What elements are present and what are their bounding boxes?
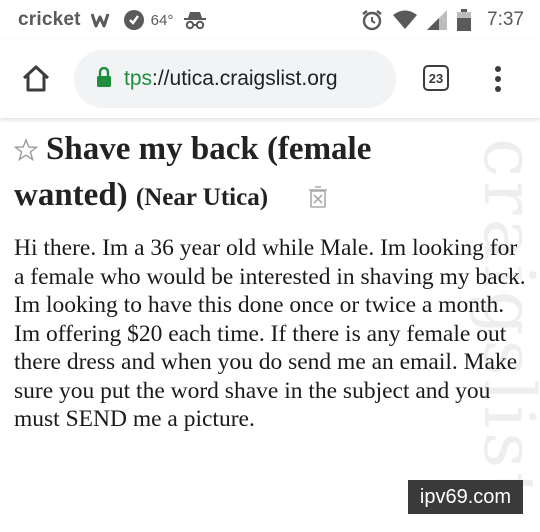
source-watermark-badge: ipv69.com xyxy=(408,480,523,514)
status-left: cricket 64° xyxy=(18,9,207,31)
status-bar: cricket 64° + 7:37 xyxy=(0,0,540,40)
home-icon xyxy=(22,65,50,92)
data-saver-icon xyxy=(123,9,145,31)
battery-icon xyxy=(457,9,472,31)
temperature-readout: 64° xyxy=(150,11,174,29)
clock-time: 7:37 xyxy=(487,9,524,30)
url-host: ://utica.craigslist.org xyxy=(152,67,338,90)
overflow-menu-button[interactable] xyxy=(490,64,506,94)
url-text: tps://utica.craigslist.org xyxy=(124,67,338,91)
tab-count: 23 xyxy=(428,70,444,86)
post-body: Hi there. Im a 36 year old while Male. I… xyxy=(14,235,526,432)
tab-switcher-button[interactable]: 23 xyxy=(423,65,449,91)
cell-signal-icon xyxy=(427,10,448,30)
post-title: Shave my back (female wanted) (Near Utic… xyxy=(14,126,484,221)
alarm-icon xyxy=(361,9,383,31)
svg-text:+: + xyxy=(409,22,417,30)
url-scheme: tps xyxy=(124,67,153,90)
lock-icon xyxy=(96,66,112,92)
post-location: (Near Utica) xyxy=(135,184,269,211)
status-right: + 7:37 xyxy=(361,9,524,31)
incognito-icon xyxy=(183,10,207,30)
browser-toolbar: tps://utica.craigslist.org 23 xyxy=(0,40,540,118)
page-content: craigslist Shave my back (female wanted)… xyxy=(0,118,540,532)
home-button[interactable] xyxy=(20,62,52,94)
wifi-icon: + xyxy=(393,10,418,30)
address-bar[interactable]: tps://utica.craigslist.org xyxy=(74,50,396,108)
more-vert-icon xyxy=(495,66,501,92)
hide-post-icon[interactable] xyxy=(276,175,328,221)
carrier-name: cricket xyxy=(18,9,81,30)
carrier-logo-icon xyxy=(90,12,113,28)
